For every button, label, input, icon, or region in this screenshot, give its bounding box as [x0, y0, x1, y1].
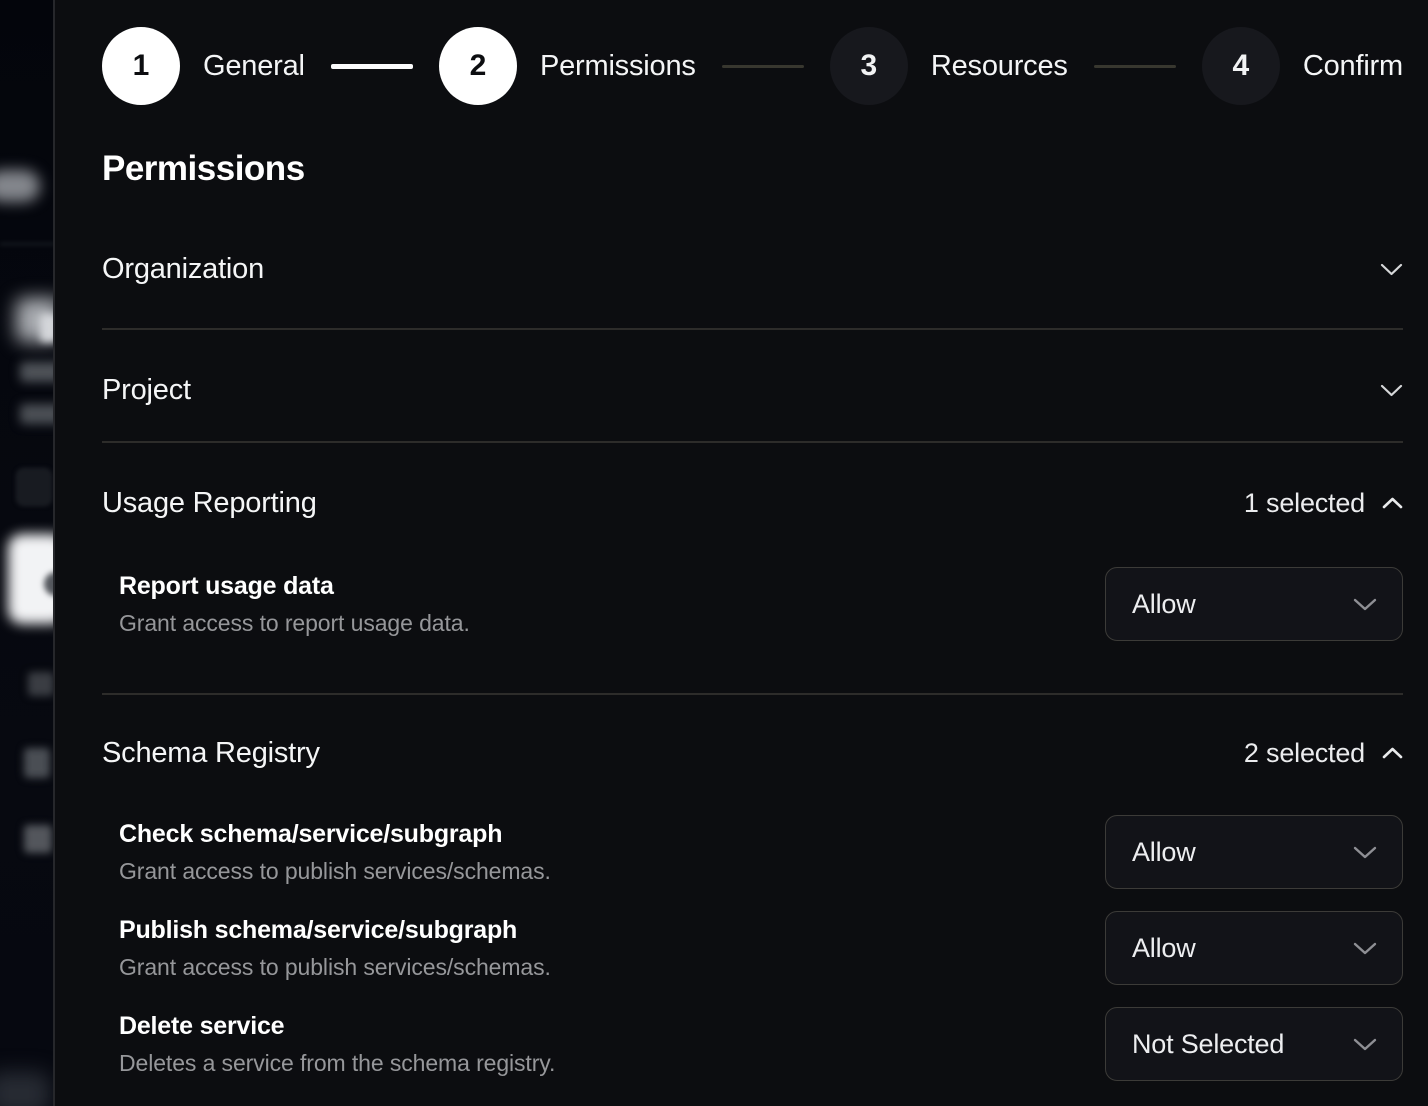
- stepper-connector-complete: [331, 64, 413, 69]
- permission-title: Report usage data: [119, 572, 470, 601]
- blurred-text-line: [20, 404, 55, 424]
- section-divider: [102, 441, 1403, 443]
- step-number-badge: 1: [102, 27, 180, 105]
- permission-select[interactable]: Allow: [1105, 567, 1403, 641]
- stepper-connector-upcoming: [1094, 65, 1176, 68]
- chevron-up-icon: [1382, 747, 1403, 759]
- permission-text: Report usage data Grant access to report…: [119, 572, 470, 637]
- blurred-footer-glow: [0, 1072, 50, 1106]
- chevron-down-icon: [1380, 384, 1403, 397]
- section-header-right: 2 selected: [1244, 738, 1403, 769]
- section-title: Organization: [102, 253, 264, 286]
- permission-title: Publish schema/service/subgraph: [119, 916, 551, 945]
- permission-row-delete-service: Delete service Deletes a service from th…: [102, 1006, 1403, 1082]
- step-number-badge: 3: [830, 27, 908, 105]
- stepper-connector-upcoming: [722, 65, 804, 68]
- section-schema-registry: Schema Registry 2 selected Check schema/…: [102, 733, 1403, 1082]
- section-header-schema-registry[interactable]: Schema Registry 2 selected: [102, 733, 1403, 773]
- permission-text: Check schema/service/subgraph Grant acce…: [119, 820, 551, 885]
- chevron-down-icon: [1353, 598, 1377, 611]
- permission-list: Report usage data Grant access to report…: [102, 566, 1403, 642]
- permission-row-report-usage-data: Report usage data Grant access to report…: [102, 566, 1403, 642]
- permission-row-publish-schema: Publish schema/service/subgraph Grant ac…: [102, 910, 1403, 986]
- blurred-heading-glyph: [40, 314, 55, 342]
- select-value: Allow: [1132, 933, 1196, 964]
- selected-count-badge: 1 selected: [1244, 488, 1365, 519]
- select-value: Not Selected: [1132, 1029, 1284, 1060]
- section-title: Schema Registry: [102, 737, 320, 770]
- section-header-project[interactable]: Project: [102, 370, 1403, 410]
- permission-row-check-schema: Check schema/service/subgraph Grant acce…: [102, 814, 1403, 890]
- step-permissions[interactable]: 2 Permissions: [439, 27, 696, 105]
- section-header-usage-reporting[interactable]: Usage Reporting 1 selected: [102, 483, 1403, 523]
- wizard-stepper: 1 General 2 Permissions 3 Resources 4 Co…: [102, 27, 1403, 105]
- section-organization: Organization: [102, 249, 1403, 330]
- permissions-wizard-panel: 1 General 2 Permissions 3 Resources 4 Co…: [57, 0, 1428, 1106]
- select-value: Allow: [1132, 837, 1196, 868]
- chevron-up-icon: [1382, 497, 1403, 509]
- permission-select[interactable]: Not Selected: [1105, 1007, 1403, 1081]
- chevron-down-icon: [1353, 942, 1377, 955]
- chevron-down-icon: [1353, 1038, 1377, 1051]
- section-header-right: 1 selected: [1244, 488, 1403, 519]
- permission-description: Grant access to report usage data.: [119, 610, 470, 637]
- permission-title: Delete service: [119, 1012, 555, 1041]
- permission-select[interactable]: Allow: [1105, 815, 1403, 889]
- selected-count-badge: 2 selected: [1244, 738, 1365, 769]
- permission-title: Check schema/service/subgraph: [119, 820, 551, 849]
- permission-list: Check schema/service/subgraph Grant acce…: [102, 814, 1403, 1082]
- blurred-text-line: [20, 362, 55, 382]
- background-page-blurred: [0, 0, 55, 1106]
- blurred-icon-tile: [16, 468, 52, 506]
- step-number-badge: 2: [439, 27, 517, 105]
- permission-text: Publish schema/service/subgraph Grant ac…: [119, 916, 551, 981]
- permission-text: Delete service Deletes a service from th…: [119, 1012, 555, 1077]
- permission-description: Deletes a service from the schema regist…: [119, 1050, 555, 1077]
- blurred-divider: [0, 243, 55, 245]
- access-token-wizard: { "colors": { "background": "#0c0d10", "…: [0, 0, 1428, 1106]
- section-title: Project: [102, 374, 191, 407]
- blurred-nav-item: [28, 672, 54, 696]
- select-value: Allow: [1132, 589, 1196, 620]
- section-project: Project: [102, 370, 1403, 443]
- blurred-button: [0, 170, 40, 202]
- step-label: General: [203, 50, 305, 83]
- section-title: Usage Reporting: [102, 487, 317, 520]
- section-header-organization[interactable]: Organization: [102, 249, 1403, 289]
- blurred-nav-item: [24, 748, 50, 778]
- page-title: Permissions: [102, 149, 1403, 189]
- step-resources[interactable]: 3 Resources: [830, 27, 1068, 105]
- step-number-badge: 4: [1202, 27, 1280, 105]
- step-label: Resources: [931, 50, 1068, 83]
- section-divider: [102, 328, 1403, 330]
- permission-description: Grant access to publish services/schemas…: [119, 954, 551, 981]
- step-label: Confirm: [1303, 50, 1403, 83]
- chevron-down-icon: [1380, 263, 1403, 276]
- section-usage-reporting: Usage Reporting 1 selected Report usage …: [102, 483, 1403, 695]
- blurred-nav-item: [24, 825, 52, 853]
- permission-description: Grant access to publish services/schemas…: [119, 858, 551, 885]
- step-label: Permissions: [540, 50, 696, 83]
- step-confirm[interactable]: 4 Confirm: [1202, 27, 1403, 105]
- section-divider: [102, 693, 1403, 695]
- chevron-down-icon: [1353, 846, 1377, 859]
- permission-select[interactable]: Allow: [1105, 911, 1403, 985]
- step-general[interactable]: 1 General: [102, 27, 305, 105]
